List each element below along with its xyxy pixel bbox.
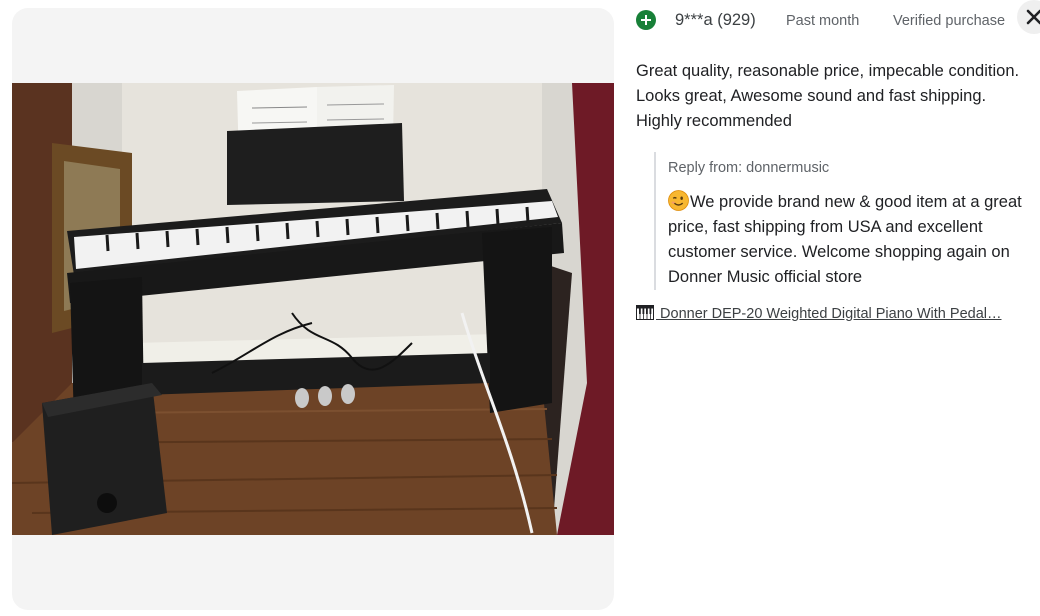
- winking-face-emoji-icon: [668, 190, 689, 211]
- review-body: Great quality, reasonable price, impecab…: [636, 62, 1020, 130]
- close-button[interactable]: [1017, 0, 1040, 34]
- review-time: Past month: [786, 13, 860, 29]
- reply-text: We provide brand new & good item at a gr…: [668, 193, 1022, 286]
- reply-body: We provide brand new & good item at a gr…: [668, 190, 1040, 290]
- seller-reply: Reply from: donnermusic We provide brand…: [654, 152, 1040, 290]
- review-panel: 9***a (929) Past month Verified purchase…: [636, 0, 1040, 616]
- verified-purchase-badge: Verified purchase: [893, 13, 1006, 29]
- review-header: 9***a (929) Past month Verified purchase: [636, 0, 1040, 34]
- close-icon: [1026, 9, 1040, 25]
- reviewer-name[interactable]: 9***a (929): [675, 11, 756, 30]
- review-photo[interactable]: [12, 83, 614, 535]
- piano-icon: [636, 305, 654, 320]
- reply-from-label: Reply from: donnermusic: [668, 160, 830, 176]
- review-viewer: 9***a (929) Past month Verified purchase…: [0, 0, 1040, 616]
- product-link-label: Donner DEP-20 Weighted Digital Piano Wit…: [656, 306, 1002, 322]
- reviewer-avatar-plus-icon: [636, 10, 656, 30]
- photo-panel: [12, 8, 614, 610]
- product-link[interactable]: Donner DEP-20 Weighted Digital Piano Wit…: [636, 305, 1028, 327]
